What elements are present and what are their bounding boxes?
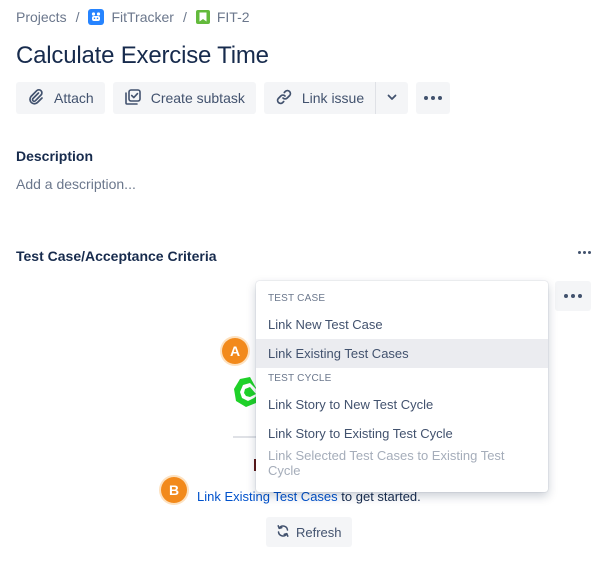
annotation-badge-a: A: [222, 338, 248, 364]
refresh-button[interactable]: Refresh: [266, 517, 352, 547]
breadcrumb-project[interactable]: FitTracker: [88, 9, 174, 25]
menu-item-link-new-test-case[interactable]: Link New Test Case: [256, 310, 548, 339]
checkbox-subtask-icon: [124, 88, 142, 109]
breadcrumb: Projects / FitTracker / FIT-2: [16, 7, 250, 27]
refresh-icon: [276, 524, 290, 541]
paperclip-icon: [27, 88, 45, 109]
test-case-actions-menu: TEST CASE Link New Test Case Link Existi…: [256, 281, 548, 492]
breadcrumb-projects[interactable]: Projects: [16, 9, 67, 25]
breadcrumb-separator: /: [75, 9, 80, 25]
more-horizontal-icon: [424, 96, 443, 100]
create-subtask-button[interactable]: Create subtask: [112, 82, 256, 114]
refresh-label: Refresh: [296, 524, 342, 540]
issue-title[interactable]: Calculate Exercise Time: [16, 42, 269, 70]
attach-label: Attach: [54, 90, 94, 106]
link-issue-button[interactable]: Link issue: [263, 82, 376, 114]
menu-group-test-case: TEST CASE: [268, 293, 326, 304]
link-issue-label: Link issue: [301, 90, 365, 106]
breadcrumb-separator: /: [182, 9, 187, 25]
fittracker-project-icon: [88, 9, 105, 25]
create-subtask-label: Create subtask: [150, 90, 245, 106]
description-placeholder[interactable]: Add a description...: [16, 176, 136, 192]
more-horizontal-icon: [564, 294, 582, 298]
menu-item-link-story-new-cycle[interactable]: Link Story to New Test Cycle: [256, 390, 548, 419]
breadcrumb-project-name: FitTracker: [111, 9, 174, 25]
test-case-actions-button[interactable]: [555, 281, 591, 311]
description-heading: Description: [16, 148, 94, 164]
menu-item-link-existing-test-cases[interactable]: Link Existing Test Cases: [256, 339, 548, 368]
issue-toolbar: Attach Create subtask Link issue: [16, 82, 451, 114]
chain-link-icon: [275, 88, 293, 109]
story-bookmark-icon: [195, 10, 210, 24]
panel-more-icon[interactable]: [578, 251, 591, 254]
menu-group-test-cycle: TEST CYCLE: [268, 373, 332, 384]
link-issue-split-button: Link issue: [263, 82, 409, 114]
annotation-badge-b: B: [161, 477, 187, 503]
link-issue-dropdown-button[interactable]: [375, 82, 409, 114]
menu-item-link-story-existing-cycle[interactable]: Link Story to Existing Test Cycle: [256, 419, 548, 448]
more-actions-button[interactable]: [416, 82, 451, 114]
chevron-down-icon: [385, 90, 399, 107]
breadcrumb-issue-key: FIT-2: [216, 9, 250, 25]
breadcrumb-issue[interactable]: FIT-2: [195, 9, 250, 25]
test-case-panel-heading: Test Case/Acceptance Criteria: [16, 248, 217, 264]
menu-item-link-selected-existing-cycle: Link Selected Test Cases to Existing Tes…: [268, 447, 505, 478]
attach-button[interactable]: Attach: [16, 82, 105, 114]
